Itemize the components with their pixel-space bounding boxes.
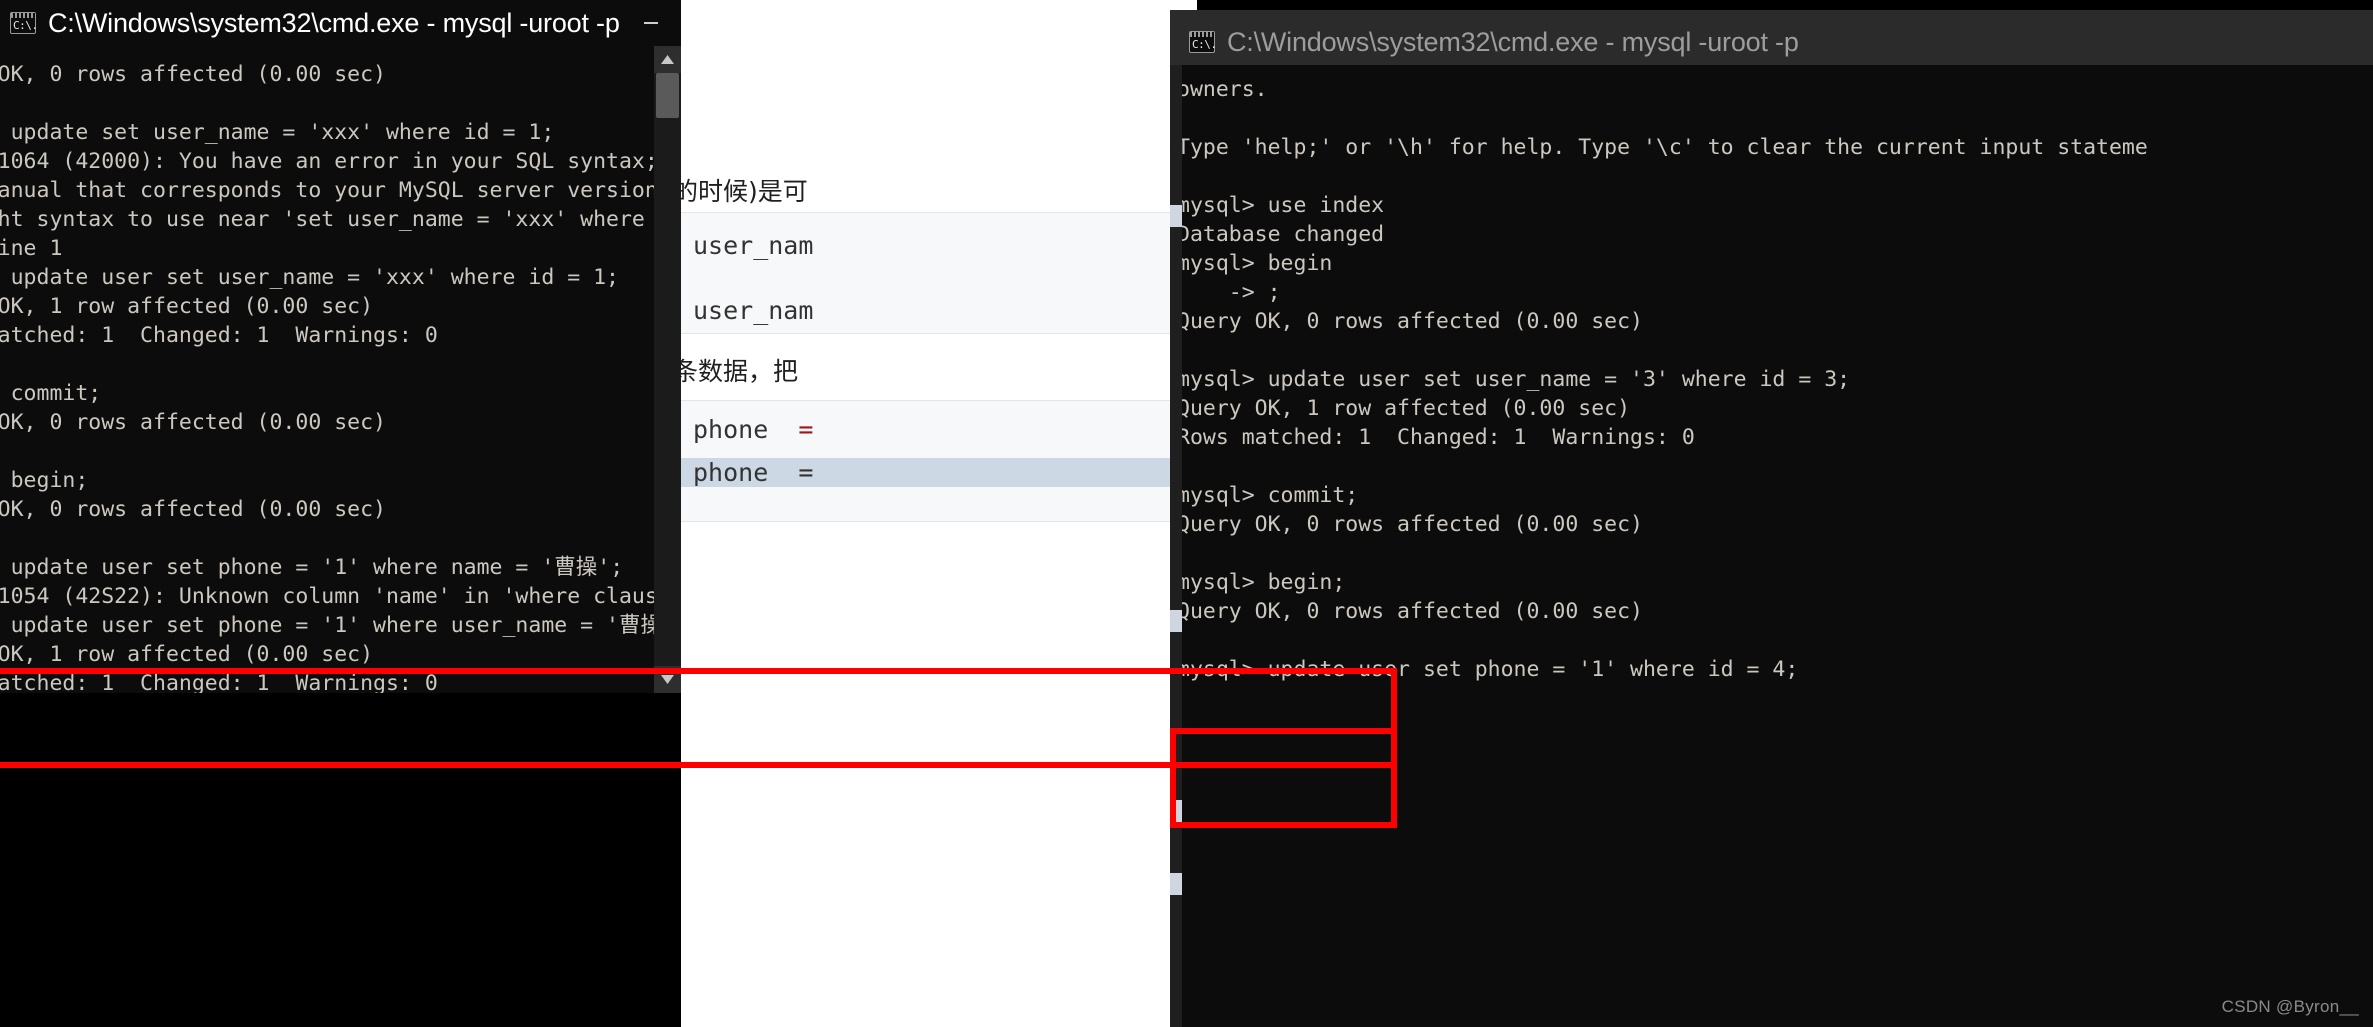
left-terminal-window[interactable]: C:\Windows\system32\cmd.exe - mysql -uro…: [0, 0, 681, 693]
scroll-down-arrow-icon[interactable]: [654, 666, 681, 693]
right-window-titlebar[interactable]: C:\Windows\system32\cmd.exe - mysql -uro…: [1179, 19, 2373, 65]
doc-code-block-2: phone = phone =: [681, 400, 1197, 522]
doc-code-line: user_nam: [693, 296, 814, 325]
doc-paragraph-1: 的时候)是可: [673, 177, 808, 206]
doc-code-line-highlighted: phone =: [681, 458, 1197, 487]
right-terminal-scrollbar[interactable]: [1170, 65, 1182, 1027]
doc-code-operator: =: [798, 458, 814, 487]
left-window-titlebar[interactable]: C:\Windows\system32\cmd.exe - mysql -uro…: [0, 0, 681, 46]
right-window-title: C:\Windows\system32\cmd.exe - mysql -uro…: [1227, 26, 1799, 57]
right-terminal-window[interactable]: C:\Windows\system32\cmd.exe - mysql -uro…: [1170, 10, 2373, 1027]
doc-code-label: phone: [693, 415, 769, 444]
left-terminal-body[interactable]: Query OK, 0 rows affected (0.00 sec) mys…: [0, 46, 681, 693]
cmd-console-icon: [10, 12, 38, 34]
doc-code-line: user_nam: [693, 231, 814, 260]
right-terminal-body[interactable]: owners. Type 'help;' or '\h' for help. T…: [1179, 65, 2373, 1027]
watermark: CSDN @Byron__: [2221, 997, 2359, 1016]
doc-code-operator: =: [798, 415, 814, 444]
doc-code-block-1: user_nam user_nam: [681, 212, 1197, 334]
doc-code-label: phone: [693, 458, 769, 487]
doc-paragraph-2: 条数据，把: [673, 357, 799, 386]
scrollbar-thumb[interactable]: [1170, 800, 1182, 822]
cmd-console-icon: [1189, 31, 1217, 53]
scrollbar-thumb[interactable]: [656, 73, 679, 118]
minimize-icon[interactable]: [620, 0, 681, 46]
scrollbar-thumb[interactable]: [1170, 205, 1182, 227]
scroll-up-arrow-icon[interactable]: [654, 46, 681, 73]
doc-code-line: phone =: [681, 415, 1197, 444]
scrollbar-thumb[interactable]: [1170, 610, 1182, 632]
right-terminal-output: owners. Type 'help;' or '\h' for help. T…: [1179, 77, 2148, 682]
scrollbar-thumb[interactable]: [1170, 873, 1182, 895]
left-window-controls[interactable]: [620, 0, 681, 46]
left-window-title: C:\Windows\system32\cmd.exe - mysql -uro…: [48, 7, 620, 38]
left-terminal-output: Query OK, 0 rows affected (0.00 sec) mys…: [0, 62, 681, 693]
document-panel: 的时候)是可 user_nam user_nam 条数据，把 phone = p…: [673, 0, 1197, 1027]
left-terminal-scrollbar[interactable]: [654, 46, 681, 693]
